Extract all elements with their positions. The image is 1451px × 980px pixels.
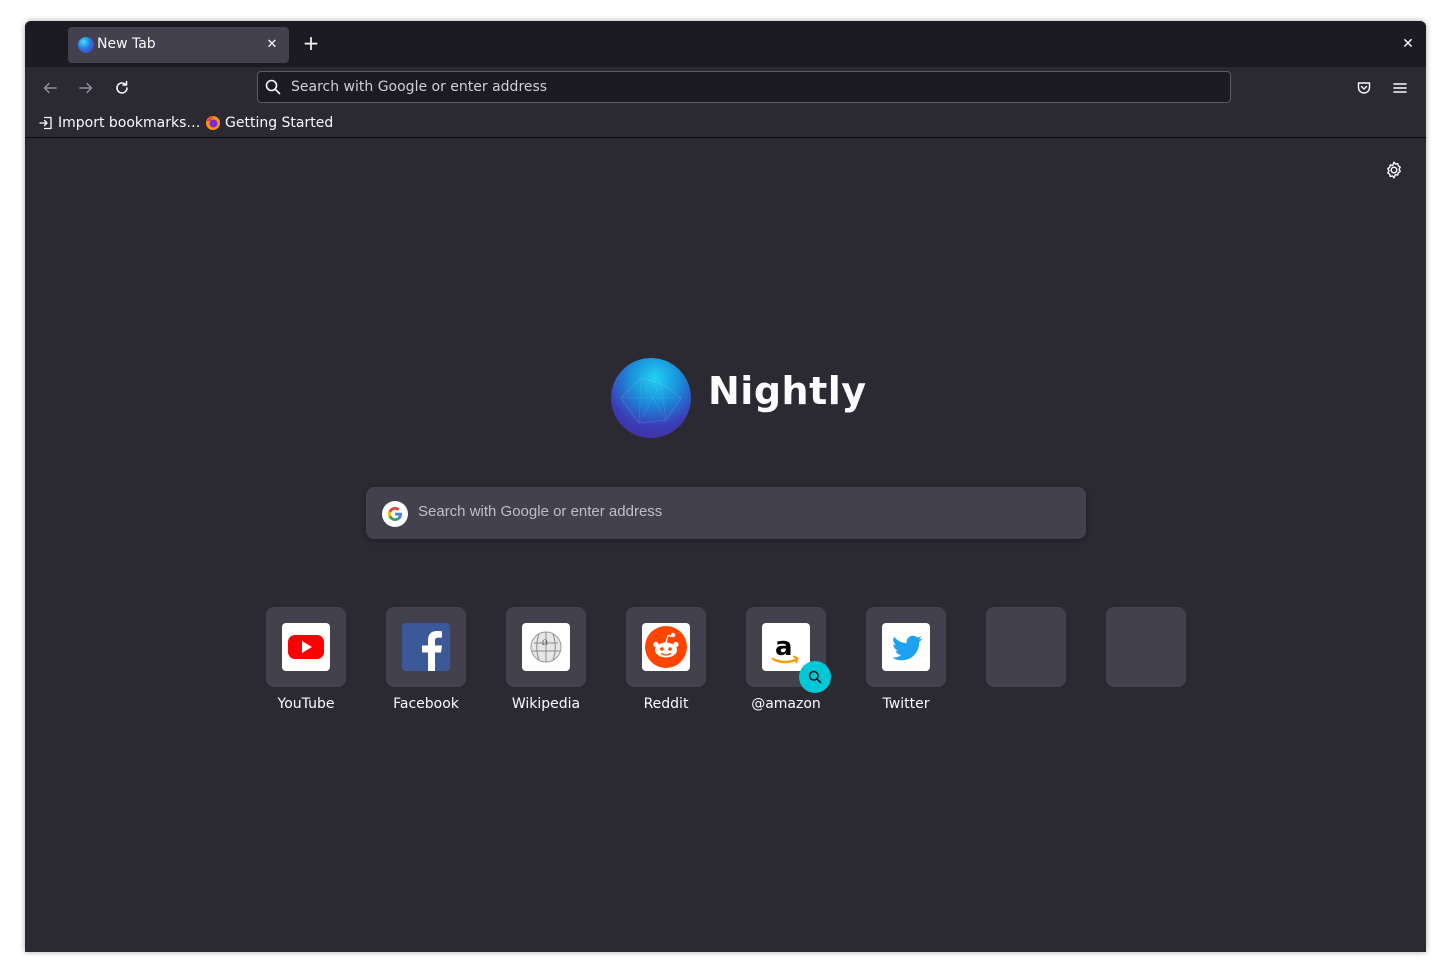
back-button[interactable]	[37, 75, 63, 101]
navigation-toolbar: Search with Google or enter address	[25, 67, 1426, 109]
app-menu-button[interactable]	[1387, 75, 1413, 101]
svg-text:Ω: Ω	[542, 639, 548, 647]
reload-button[interactable]	[109, 75, 135, 101]
bookmark-getting-started-label: Getting Started	[225, 115, 334, 131]
top-site-label: @amazon	[751, 696, 821, 712]
top-site-tile-facebook[interactable]	[386, 607, 466, 687]
top-site-tile-amazon[interactable]: a	[746, 607, 831, 693]
forward-arrow-icon	[79, 82, 93, 94]
hamburger-menu-icon	[1393, 83, 1407, 93]
nightly-favicon-icon	[78, 37, 94, 53]
import-icon	[39, 116, 52, 130]
reddit-icon	[642, 623, 690, 671]
top-site-label: YouTube	[277, 696, 335, 712]
tab-close-icon[interactable]: ✕	[263, 36, 281, 54]
top-site-label: Wikipedia	[511, 696, 581, 712]
firefox-icon	[206, 116, 220, 130]
forward-button[interactable]	[73, 75, 99, 101]
url-bar-placeholder: Search with Google or enter address	[291, 79, 548, 95]
new-tab-button[interactable]: +	[299, 31, 323, 55]
tab-title: New Tab	[97, 36, 156, 52]
top-site-tile-empty[interactable]	[986, 607, 1066, 687]
amazon-icon: a	[762, 623, 810, 671]
bookmark-import[interactable]: Import bookmarks…	[38, 113, 200, 133]
browser-window: New Tab ✕ + ✕ Search with Google or ente…	[25, 21, 1426, 952]
content-search-box[interactable]: Search with Google or enter address	[366, 487, 1086, 539]
settings-gear-icon[interactable]	[1384, 160, 1404, 180]
window-close-button[interactable]: ✕	[1398, 34, 1418, 54]
google-icon	[382, 501, 408, 527]
pocket-icon	[1357, 82, 1371, 94]
facebook-icon	[402, 623, 450, 671]
bookmark-import-label: Import bookmarks…	[58, 115, 201, 131]
nightly-logo-icon	[611, 358, 691, 438]
search-icon	[265, 79, 281, 95]
tab-new-tab[interactable]: New Tab ✕	[68, 27, 289, 63]
new-tab-page: Nightly Search with Google or enter addr…	[25, 139, 1426, 952]
top-site-tile-twitter[interactable]	[866, 607, 946, 687]
twitter-icon	[882, 623, 930, 671]
top-site-tile-reddit[interactable]	[626, 607, 706, 687]
wikipedia-icon: Ω	[522, 623, 570, 671]
search-shortcut-badge-icon	[799, 661, 831, 693]
top-site-label: Facebook	[393, 696, 459, 712]
bookmark-getting-started[interactable]: Getting Started	[205, 113, 333, 133]
top-site-tile-youtube[interactable]	[266, 607, 346, 687]
brand-wordmark: Nightly	[708, 369, 867, 413]
pocket-button[interactable]	[1351, 75, 1377, 101]
top-site-label: Reddit	[643, 696, 689, 712]
url-bar[interactable]: Search with Google or enter address	[257, 71, 1231, 103]
back-arrow-icon	[43, 82, 57, 94]
logo-facets	[620, 377, 682, 424]
top-site-label: Twitter	[882, 696, 930, 712]
content-search-placeholder: Search with Google or enter address	[418, 503, 663, 520]
top-site-tile-wikipedia[interactable]: Ω	[506, 607, 586, 687]
tab-strip: New Tab ✕ + ✕	[25, 21, 1426, 67]
bookmarks-toolbar: Import bookmarks… Getting Started	[25, 109, 1426, 138]
youtube-icon	[282, 623, 330, 671]
top-site-tile-empty[interactable]	[1106, 607, 1186, 687]
reload-icon	[116, 80, 128, 94]
svg-text:a: a	[775, 632, 793, 662]
